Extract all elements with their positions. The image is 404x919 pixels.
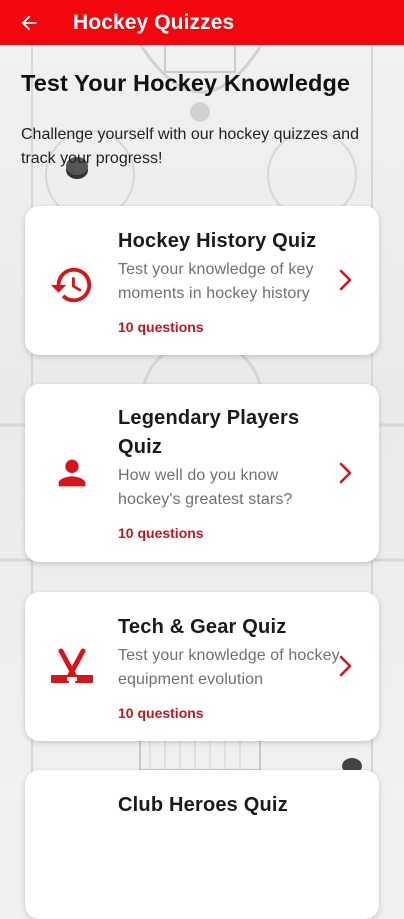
quiz-card-tech-gear[interactable]: Tech & Gear Quiz Test your knowledge of … (25, 592, 379, 741)
chevron-right-icon (337, 462, 355, 484)
app-bar: Hockey Quizzes (0, 0, 404, 45)
page-subtitle: Challenge yourself with our hockey quizz… (21, 126, 359, 167)
chevron-right-icon (337, 655, 355, 677)
question-count: 10 questions (118, 705, 204, 721)
person-icon (49, 450, 95, 496)
quiz-card-legendary-players[interactable]: Legendary Players Quiz How well do you k… (25, 384, 379, 562)
quiz-description: Test your knowledge of hockey equipment … (118, 647, 340, 688)
arrow-left-icon (21, 15, 37, 30)
question-count: 10 questions (118, 525, 204, 541)
history-clock-icon (49, 262, 95, 308)
hockey-sticks-icon (49, 644, 95, 690)
quiz-title: Legendary Players Quiz (118, 407, 300, 458)
quiz-description: How well do you know hockey's greatest s… (118, 467, 293, 508)
page-title: Test Your Hockey Knowledge (21, 70, 351, 96)
quiz-title: Tech & Gear Quiz (118, 616, 287, 638)
quiz-title: Club Heroes Quiz (118, 794, 288, 816)
chevron-right-icon (337, 269, 355, 291)
quiz-card-history[interactable]: Hockey History Quiz Test your knowledge … (25, 206, 379, 355)
app-bar-title: Hockey Quizzes (73, 10, 235, 34)
back-button[interactable] (16, 10, 42, 36)
quiz-description: Test your knowledge of key moments in ho… (118, 261, 314, 302)
quiz-title: Hockey History Quiz (118, 230, 317, 252)
question-count: 10 questions (118, 319, 204, 335)
quiz-card-club-heroes[interactable]: Club Heroes Quiz (25, 770, 379, 919)
